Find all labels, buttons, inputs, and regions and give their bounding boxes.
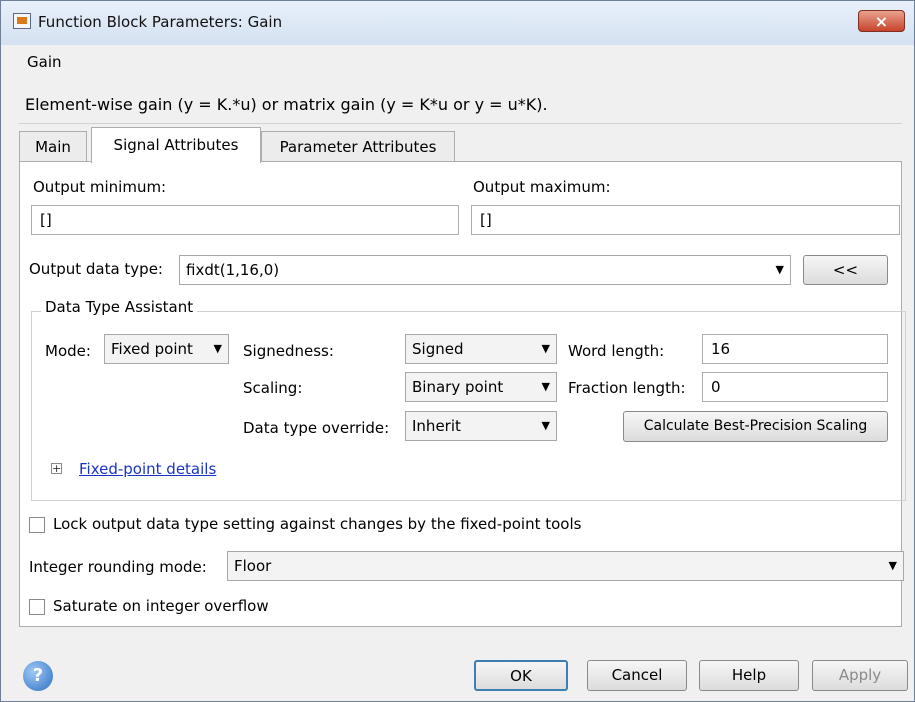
- output-data-type-select[interactable]: fixdt(1,16,0) ▼: [179, 255, 791, 285]
- expand-plus-icon[interactable]: +: [51, 463, 62, 474]
- lock-data-type-checkbox[interactable]: [29, 517, 45, 533]
- data-type-assistant-legend: Data Type Assistant: [41, 298, 198, 316]
- output-data-type-value: fixdt(1,16,0): [186, 261, 280, 279]
- mode-select[interactable]: Fixed point ▼: [104, 334, 229, 364]
- app-icon: [13, 13, 31, 29]
- apply-button[interactable]: Apply: [812, 660, 908, 691]
- mode-value: Fixed point: [111, 340, 193, 358]
- fraction-length-input[interactable]: 0: [702, 372, 888, 402]
- word-length-input[interactable]: 16: [702, 334, 888, 364]
- ok-button[interactable]: OK: [474, 660, 568, 691]
- close-icon: ×: [874, 12, 889, 31]
- tab-signal-attributes-label: Signal Attributes: [113, 136, 239, 154]
- word-length-label: Word length:: [568, 342, 665, 360]
- header-separator: [19, 123, 902, 124]
- saturate-overflow-checkbox[interactable]: [29, 599, 45, 615]
- dialog-window: Function Block Parameters: Gain × Gain E…: [0, 0, 915, 702]
- dropdown-arrow-icon: ▼: [775, 263, 784, 276]
- scaling-select[interactable]: Binary point ▼: [405, 372, 557, 402]
- dropdown-arrow-icon: ▼: [541, 380, 550, 393]
- tab-parameter-attributes[interactable]: Parameter Attributes: [261, 131, 455, 161]
- tab-signal-attributes[interactable]: Signal Attributes: [91, 127, 261, 163]
- data-type-override-select[interactable]: Inherit ▼: [405, 411, 557, 441]
- output-maximum-input[interactable]: []: [471, 205, 900, 235]
- signedness-value: Signed: [412, 340, 464, 358]
- dropdown-arrow-icon: ▼: [541, 419, 550, 432]
- dropdown-arrow-icon: ▼: [888, 559, 897, 572]
- cancel-button[interactable]: Cancel: [587, 660, 687, 691]
- tab-main[interactable]: Main: [19, 131, 87, 161]
- title-bar: Function Block Parameters: Gain ×: [1, 1, 914, 45]
- output-minimum-label: Output minimum:: [33, 178, 167, 196]
- window-title: Function Block Parameters: Gain: [38, 13, 283, 31]
- data-type-override-value: Inherit: [412, 417, 461, 435]
- block-description: Element-wise gain (y = K.*u) or matrix g…: [25, 95, 548, 114]
- mode-label: Mode:: [45, 342, 91, 360]
- data-type-override-label: Data type override:: [243, 419, 390, 437]
- tab-main-label: Main: [35, 138, 71, 156]
- calculate-scaling-button[interactable]: Calculate Best-Precision Scaling: [623, 411, 888, 442]
- fixed-point-details-link[interactable]: Fixed-point details: [79, 460, 216, 478]
- dropdown-arrow-icon: ▼: [541, 342, 550, 355]
- help-circle-icon[interactable]: ?: [23, 661, 53, 691]
- block-group-label: Gain: [27, 53, 62, 71]
- scaling-label: Scaling:: [243, 379, 303, 397]
- close-button[interactable]: ×: [858, 10, 905, 32]
- saturate-overflow-label: Saturate on integer overflow: [53, 597, 269, 615]
- help-button[interactable]: Help: [699, 660, 799, 691]
- signedness-select[interactable]: Signed ▼: [405, 334, 557, 364]
- fraction-length-label: Fraction length:: [568, 379, 686, 397]
- output-maximum-label: Output maximum:: [473, 178, 611, 196]
- integer-rounding-label: Integer rounding mode:: [29, 558, 207, 576]
- dropdown-arrow-icon: ▼: [213, 342, 222, 355]
- signedness-label: Signedness:: [243, 342, 334, 360]
- output-minimum-input[interactable]: []: [31, 205, 459, 235]
- output-data-type-label: Output data type:: [29, 260, 163, 278]
- integer-rounding-value: Floor: [234, 557, 272, 575]
- scaling-value: Binary point: [412, 378, 504, 396]
- hide-assistant-button[interactable]: <<: [803, 255, 888, 285]
- integer-rounding-select[interactable]: Floor ▼: [227, 551, 904, 581]
- tab-parameter-attributes-label: Parameter Attributes: [279, 138, 437, 156]
- lock-data-type-label: Lock output data type setting against ch…: [53, 515, 582, 533]
